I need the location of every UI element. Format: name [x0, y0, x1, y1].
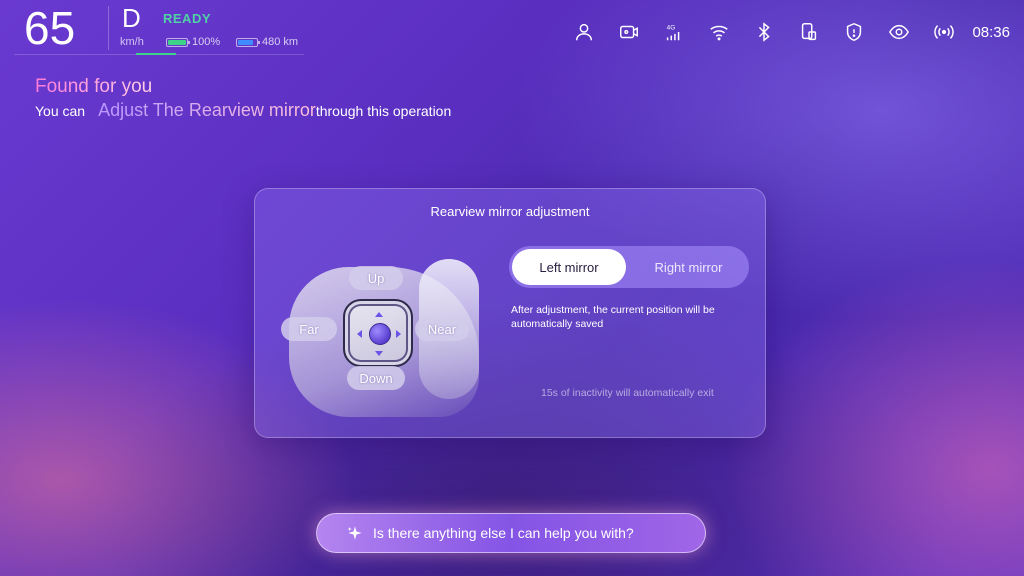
joystick-knob[interactable] [369, 323, 391, 345]
gear-indicator: D [122, 3, 141, 33]
found-description: You can Adjust The Rearview mirror throu… [35, 100, 451, 121]
mirror-adjust-card: Rearview mirror adjustment Up Down Far N… [254, 188, 766, 438]
autosave-note: After adjustment, the current position w… [511, 304, 715, 330]
broadcast-icon[interactable] [930, 18, 958, 46]
range-fill [238, 39, 254, 45]
bluetooth-icon[interactable] [750, 18, 778, 46]
inactivity-note: 15s of inactivity will automatically exi… [541, 387, 714, 399]
range-indicator: 480 km [236, 36, 298, 48]
found-highlight[interactable]: Adjust The Rearview mirror [98, 100, 316, 121]
eye-icon[interactable] [885, 18, 913, 46]
divider [108, 6, 109, 50]
signal-label: 4G [667, 24, 676, 31]
battery-icon [166, 37, 190, 47]
camera-icon[interactable] [615, 18, 643, 46]
battery-fill [168, 39, 186, 45]
direction-down-label[interactable]: Down [347, 366, 405, 390]
range-value: 480 km [262, 36, 299, 48]
direction-up-label[interactable]: Up [349, 266, 403, 290]
card-title: Rearview mirror adjustment [430, 204, 590, 219]
phone-device-icon[interactable] [795, 18, 823, 46]
signal-4g-icon: 4G [660, 18, 688, 46]
mirror-toggle: Left mirror Right mirror [509, 246, 749, 288]
clock: 08:36 [972, 23, 1010, 41]
right-mirror-button[interactable]: Right mirror [631, 249, 746, 285]
assistant-prompt-bar[interactable]: Is there anything else I can help you wi… [316, 513, 706, 553]
status-underline-accent [136, 53, 176, 55]
direction-near-label[interactable]: Near [415, 317, 469, 341]
found-title: Found for you [35, 76, 153, 97]
left-mirror-button[interactable]: Left mirror [512, 249, 626, 285]
direction-pad[interactable] [343, 299, 413, 367]
found-suffix: through this operation [315, 103, 452, 119]
status-icons-bar: 4G 08:36 [553, 18, 1010, 46]
wifi-icon[interactable] [705, 18, 733, 46]
sparkle-icon [347, 526, 362, 540]
ready-status: READY [163, 11, 212, 26]
arrow-left-icon [357, 330, 362, 338]
arrow-right-icon [396, 330, 401, 338]
range-battery-icon [236, 37, 260, 47]
speed-readout: 65 [24, 2, 76, 54]
shield-icon[interactable] [840, 18, 868, 46]
user-icon[interactable] [570, 18, 598, 46]
found-prefix: You can [35, 103, 86, 119]
assistant-prompt-text: Is there anything else I can help you wi… [373, 525, 634, 541]
speed-unit: km/h [120, 36, 144, 48]
arrow-up-icon [375, 312, 383, 317]
arrow-down-icon [375, 351, 383, 356]
direction-far-label[interactable]: Far [281, 317, 337, 341]
battery-percent: 100% [192, 36, 221, 48]
battery-indicator: 100% [166, 36, 220, 48]
